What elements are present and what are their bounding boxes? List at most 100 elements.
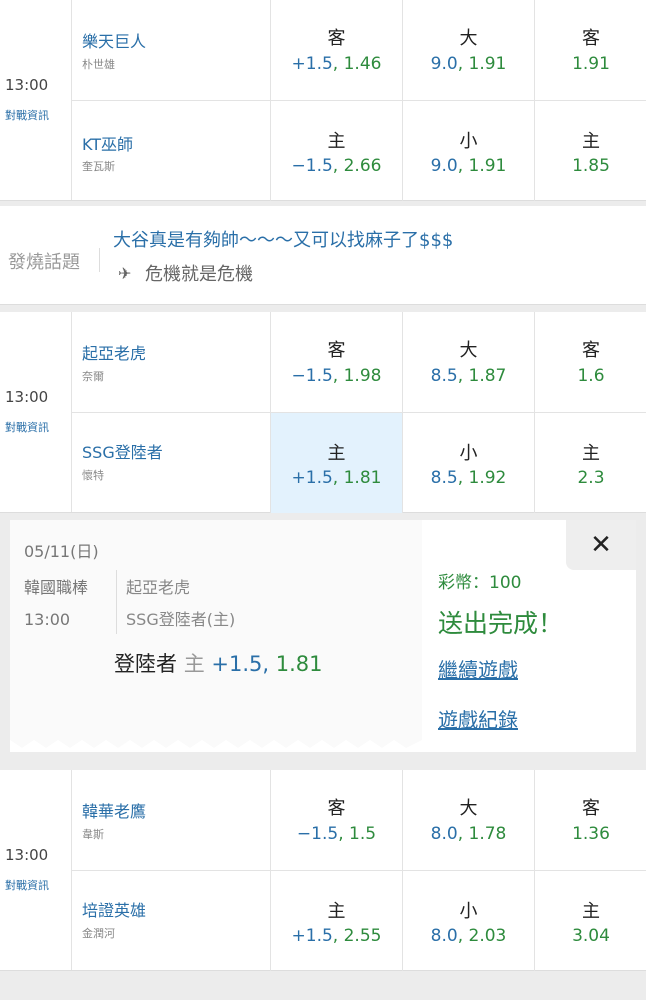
spread-odds: +1.5, 1.81 (291, 468, 382, 488)
match-info-link[interactable]: 對戰資訊 (5, 419, 49, 435)
spread-bet-cell[interactable]: 客 −1.5, 1.98 (270, 312, 402, 412)
team-row-home: KT巫師 奎瓦斯 主 −1.5, 2.66 小 9.0, 1.91 主 1.85 (71, 100, 646, 201)
game-meta: 13:00 對戰資訊 (0, 312, 72, 512)
league-name: 韓國職棒 (24, 578, 89, 597)
game-meta: 13:00 對戰資訊 (0, 770, 72, 970)
spread-bet-cell[interactable]: 主 −1.5, 2.66 (270, 101, 402, 201)
spread-odds: +1.5, 1.46 (291, 54, 382, 74)
moneyline-odds: 1.85 (572, 156, 610, 176)
close-button[interactable]: ✕ (566, 520, 636, 570)
team-name: 起亞老虎 (82, 344, 147, 363)
moneyline-side-label: 客 (582, 28, 600, 49)
moneyline-side-label: 主 (582, 131, 600, 152)
team-name: SSG登陸者 (82, 443, 163, 462)
moneyline-odds: 1.6 (577, 366, 605, 386)
spread-bet-cell[interactable]: 客 +1.5, 1.46 (270, 0, 402, 100)
bet-ticket: 05/11(日) 韓國職棒 13:00 起亞老虎 SSG登陸者(主) 登陸者 主… (10, 520, 422, 752)
total-side-label: 大 (459, 28, 478, 49)
team-name: 培證英雄 (82, 901, 147, 920)
match-info-link[interactable]: 對戰資訊 (5, 877, 49, 893)
spread-odds: −1.5, 1.5 (296, 824, 377, 844)
continue-game-link[interactable]: 繼續遊戲 (438, 654, 518, 683)
submit-status: 送出完成！ (438, 609, 564, 638)
spread-bet-cell-selected[interactable]: 主 +1.5, 1.81 (270, 413, 402, 513)
total-odds: 8.0, 2.03 (430, 926, 507, 946)
home-team: SSG登陸者(主) (126, 610, 236, 629)
hot-topic-banner[interactable]: 發燒話題 大谷真是有夠帥～～～又可以找麻子了$$$ ✈ 危機就是危機 (0, 206, 646, 305)
moneyline-odds: 1.36 (572, 824, 610, 844)
paper-plane-icon: ✈ (118, 264, 132, 283)
pitcher-name: 韋斯 (82, 828, 104, 841)
game-time: 13:00 (24, 610, 71, 629)
total-bet-cell[interactable]: 小 8.0, 2.03 (402, 871, 534, 971)
game-time: 13:00 (5, 76, 49, 94)
moneyline-bet-cell[interactable]: 主 3.04 (534, 871, 646, 971)
total-side-label: 小 (459, 443, 478, 464)
moneyline-side-label: 客 (582, 798, 600, 819)
moneyline-bet-cell[interactable]: 客 1.36 (534, 770, 646, 870)
team-name: 韓華老鷹 (82, 802, 147, 821)
spread-side-label: 客 (327, 798, 346, 819)
spread-side-label: 主 (327, 443, 346, 464)
pitcher-name: 奈爾 (82, 370, 104, 383)
total-side-label: 大 (459, 340, 478, 361)
total-odds: 9.0, 1.91 (430, 54, 507, 74)
total-bet-cell[interactable]: 大 8.5, 1.87 (402, 312, 534, 412)
team-name: 樂天巨人 (82, 32, 147, 51)
total-odds: 9.0, 1.91 (430, 156, 507, 176)
game-meta: 13:00 對戰資訊 (0, 0, 72, 200)
team-row-home: 培證英雄 金潤河 主 +1.5, 2.55 小 8.0, 2.03 主 3.04 (71, 870, 646, 971)
moneyline-side-label: 客 (582, 340, 600, 361)
away-team: 起亞老虎 (126, 578, 191, 597)
moneyline-bet-cell[interactable]: 主 1.85 (534, 101, 646, 201)
team-row-away: 韓華老鷹 韋斯 客 −1.5, 1.5 大 8.0, 1.78 客 1.36 (71, 770, 646, 870)
spread-odds: −1.5, 2.66 (291, 156, 382, 176)
bet-confirmation-popup: 05/11(日) 韓國職棒 13:00 起亞老虎 SSG登陸者(主) 登陸者 主… (10, 520, 636, 752)
game-card: 13:00 對戰資訊 樂天巨人 朴世雄 客 +1.5, 1.46 大 9.0, … (0, 0, 646, 201)
game-date: 05/11(日) (24, 542, 99, 561)
moneyline-bet-cell[interactable]: 客 1.6 (534, 312, 646, 412)
total-bet-cell[interactable]: 小 8.5, 1.92 (402, 413, 534, 513)
spread-side-label: 客 (327, 340, 346, 361)
spread-side-label: 主 (327, 901, 346, 922)
total-bet-cell[interactable]: 大 9.0, 1.91 (402, 0, 534, 100)
total-odds: 8.5, 1.92 (430, 468, 507, 488)
moneyline-side-label: 主 (582, 901, 600, 922)
ticket-torn-edge (10, 740, 422, 752)
moneyline-bet-cell[interactable]: 客 1.91 (534, 0, 646, 100)
divider (116, 570, 117, 634)
team-row-away: 起亞老虎 奈爾 客 −1.5, 1.98 大 8.5, 1.87 客 1.6 (71, 312, 646, 412)
spread-bet-cell[interactable]: 主 +1.5, 2.55 (270, 871, 402, 971)
total-odds: 8.0, 1.78 (430, 824, 507, 844)
game-card: 13:00 對戰資訊 韓華老鷹 韋斯 客 −1.5, 1.5 大 8.0, 1.… (0, 770, 646, 971)
bet-selection: 登陸者 主 +1.5, 1.81 (114, 652, 323, 676)
spread-side-label: 客 (327, 28, 346, 49)
pitcher-name: 懷特 (82, 469, 104, 482)
total-side-label: 小 (459, 901, 478, 922)
match-info-link[interactable]: 對戰資訊 (5, 107, 49, 123)
game-time: 13:00 (5, 846, 49, 864)
game-time: 13:00 (5, 388, 49, 406)
moneyline-bet-cell[interactable]: 主 2.3 (534, 413, 646, 513)
total-bet-cell[interactable]: 小 9.0, 1.91 (402, 101, 534, 201)
game-history-link[interactable]: 遊戲紀錄 (438, 704, 518, 733)
divider (99, 248, 100, 272)
pitcher-name: 奎瓦斯 (82, 160, 115, 173)
spread-odds: +1.5, 2.55 (291, 926, 382, 946)
game-card: 13:00 對戰資訊 起亞老虎 奈爾 客 −1.5, 1.98 大 8.5, 1… (0, 312, 646, 513)
moneyline-odds: 1.91 (572, 54, 610, 74)
chat-message[interactable]: 大谷真是有夠帥～～～又可以找麻子了$$$ (113, 226, 453, 252)
spread-side-label: 主 (327, 131, 346, 152)
moneyline-odds: 2.3 (577, 468, 605, 488)
chat-message[interactable]: 危機就是危機 (145, 260, 253, 286)
total-odds: 8.5, 1.87 (430, 366, 507, 386)
pitcher-name: 朴世雄 (82, 58, 115, 71)
total-side-label: 小 (459, 131, 478, 152)
team-row-home: SSG登陸者 懷特 主 +1.5, 1.81 小 8.5, 1.92 主 2.3 (71, 412, 646, 513)
spread-odds: −1.5, 1.98 (291, 366, 382, 386)
total-bet-cell[interactable]: 大 8.0, 1.78 (402, 770, 534, 870)
spread-bet-cell[interactable]: 客 −1.5, 1.5 (270, 770, 402, 870)
moneyline-side-label: 主 (582, 443, 600, 464)
total-side-label: 大 (459, 798, 478, 819)
team-row-away: 樂天巨人 朴世雄 客 +1.5, 1.46 大 9.0, 1.91 客 1.91 (71, 0, 646, 100)
